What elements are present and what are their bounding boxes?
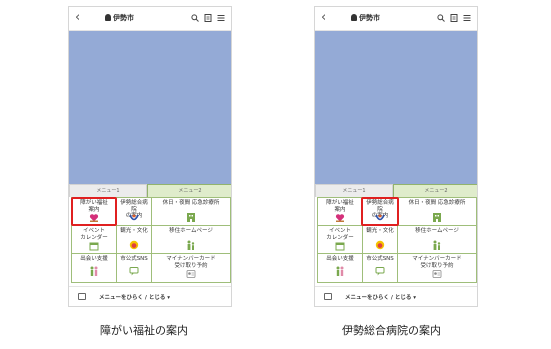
menu-item-label: 移住ホームページ [169, 228, 213, 234]
hospital-logo-icon [129, 214, 139, 221]
menu-item-label: 障がい福祉 案内 [326, 200, 354, 213]
app-header: ‹ 伊勢市 [315, 7, 477, 31]
menu-item-matchmaking[interactable]: 出会い支援 [72, 254, 116, 282]
tab-menu-1[interactable]: メニュー1 [69, 184, 147, 197]
menu-item-label: マイナンバーカード 受け取り予約 [166, 256, 216, 269]
menu-item-label: 観光・文化 [120, 228, 148, 234]
menu-toggle[interactable]: メニューをひらく / とじる ▾ [345, 293, 416, 301]
menu-item-tourism[interactable]: 観光・文化 [363, 226, 397, 253]
menu-item-mynumber-card[interactable]: マイナンバーカード 受け取り予約 [152, 254, 230, 282]
menu-item-event-calendar[interactable]: イベント カレンダー [318, 226, 362, 253]
phone-screen-hospital: ‹ 伊勢市 メニュー1 メニュー2 障がい福祉 案内 伊勢総合病院 の案内 休日… [314, 6, 478, 307]
family-icon [433, 240, 441, 250]
search-icon[interactable] [191, 14, 199, 22]
calendar-icon [335, 242, 345, 251]
menu-item-tourism[interactable]: 観光・文化 [117, 226, 151, 253]
city-logo-icon [105, 14, 111, 21]
menu-item-label: イベント カレンダー [80, 228, 108, 241]
menu-item-label: 出会い支援 [326, 256, 354, 262]
menu-item-mynumber-card[interactable]: マイナンバーカード 受け取り予約 [398, 254, 476, 282]
highlight-frame [361, 197, 399, 226]
menu-item-emergency-clinic[interactable]: 休日・夜間 応急診療所 [398, 198, 476, 225]
mascot-icon [375, 240, 385, 250]
footer-bar: メニューをひらく / とじる ▾ [69, 286, 231, 306]
menu-toggle[interactable]: メニューをひらく / とじる ▾ [99, 293, 170, 301]
menu-item-relocation[interactable]: 移住ホームページ [398, 226, 476, 253]
id-card-icon [186, 270, 196, 278]
map-area[interactable] [69, 31, 231, 184]
menu-item-hospital[interactable]: 伊勢総合病院 の案内 [117, 198, 151, 225]
menu-item-official-sns[interactable]: 市公式SNS [117, 254, 151, 282]
footer-bar: メニューをひらく / とじる ▾ [315, 286, 477, 306]
menu-item-label: イベント カレンダー [326, 228, 354, 241]
document-icon[interactable] [204, 14, 212, 22]
header-title: 伊勢市 [351, 13, 380, 23]
phone-screen-welfare: ‹ 伊勢市 メニュー1 メニュー2 障がい福祉 案内 伊勢総合病院 の案内 休日… [68, 6, 232, 307]
menu-item-label: 休日・夜間 応急診療所 [162, 200, 220, 206]
menu-item-label: マイナンバーカード 受け取り予約 [412, 256, 462, 269]
menu-item-matchmaking[interactable]: 出会い支援 [318, 254, 362, 282]
menu-item-label: 休日・夜間 応急診療所 [408, 200, 466, 206]
id-card-icon [432, 270, 442, 278]
tab-menu-2[interactable]: メニュー2 [147, 184, 231, 197]
document-icon[interactable] [450, 14, 458, 22]
menu-item-relocation[interactable]: 移住ホームページ [152, 226, 230, 253]
search-icon[interactable] [437, 14, 445, 22]
couple-icon [90, 266, 98, 276]
chat-icon [375, 267, 385, 276]
menu-item-event-calendar[interactable]: イベント カレンダー [72, 226, 116, 253]
header-title-text: 伊勢市 [113, 14, 134, 22]
back-button[interactable]: ‹ [75, 10, 80, 26]
building-icon [433, 213, 441, 222]
heart-hand-icon [335, 214, 345, 222]
app-header: ‹ 伊勢市 [69, 7, 231, 31]
mascot-icon [129, 240, 139, 250]
tab-menu-1[interactable]: メニュー1 [315, 184, 393, 197]
map-area[interactable] [315, 31, 477, 184]
menu-item-label: 出会い支援 [80, 256, 108, 262]
menu-tabs: メニュー1 メニュー2 [69, 184, 231, 197]
keyboard-icon[interactable] [78, 293, 86, 300]
menu-item-label: 市公式SNS [366, 256, 394, 262]
menu-item-label: 市公式SNS [120, 256, 148, 262]
couple-icon [336, 266, 344, 276]
menu-item-label: 移住ホームページ [415, 228, 459, 234]
city-logo-icon [351, 14, 357, 21]
header-title-text: 伊勢市 [359, 14, 380, 22]
back-button[interactable]: ‹ [321, 10, 326, 26]
menu-item-emergency-clinic[interactable]: 休日・夜間 応急診療所 [152, 198, 230, 225]
calendar-icon [89, 242, 99, 251]
menu-tabs: メニュー1 メニュー2 [315, 184, 477, 197]
family-icon [187, 240, 195, 250]
tab-menu-2[interactable]: メニュー2 [393, 184, 477, 197]
caption-hospital: 伊勢総合病院の案内 [342, 324, 441, 337]
keyboard-icon[interactable] [324, 293, 332, 300]
chat-icon [129, 267, 139, 276]
header-title: 伊勢市 [105, 13, 134, 23]
caption-welfare: 障がい福祉の案内 [100, 324, 188, 337]
building-icon [187, 213, 195, 222]
menu-item-welfare[interactable]: 障がい福祉 案内 [318, 198, 362, 225]
hamburger-menu-icon[interactable] [217, 14, 225, 22]
menu-item-label: 観光・文化 [366, 228, 394, 234]
highlight-frame [71, 197, 117, 226]
hamburger-menu-icon[interactable] [463, 14, 471, 22]
menu-item-official-sns[interactable]: 市公式SNS [363, 254, 397, 282]
